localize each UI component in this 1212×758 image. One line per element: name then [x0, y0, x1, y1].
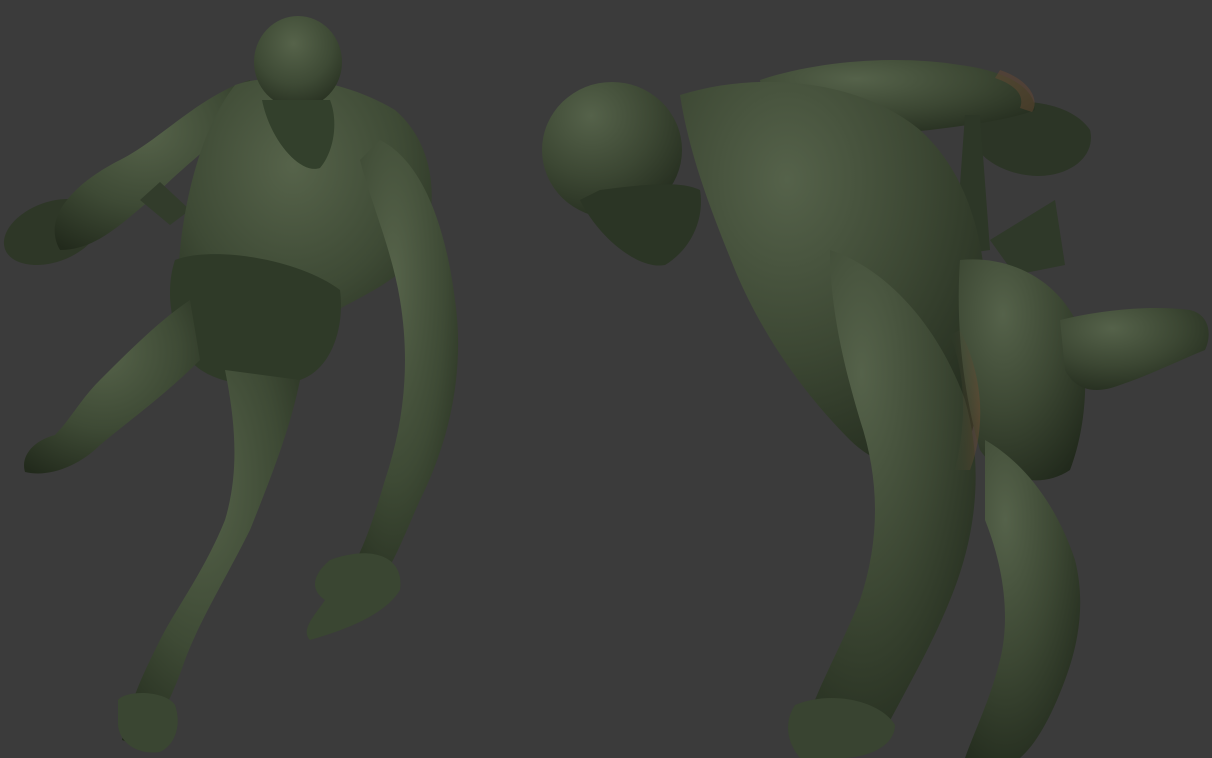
back-leg-mesh [24, 300, 200, 474]
face-mesh [580, 184, 701, 266]
support-leg-mesh [965, 440, 1081, 758]
sculpt-viewport[interactable] [0, 0, 1212, 758]
model-front-view[interactable] [0, 16, 459, 753]
front-foot-mesh [118, 693, 178, 753]
right-hand-mesh [306, 553, 401, 640]
extended-leg-mesh [1060, 308, 1209, 390]
model-side-view[interactable] [542, 60, 1209, 758]
front-leg-mesh [122, 370, 300, 748]
head-mesh [254, 16, 342, 108]
viewport-canvas[interactable] [0, 0, 1212, 758]
